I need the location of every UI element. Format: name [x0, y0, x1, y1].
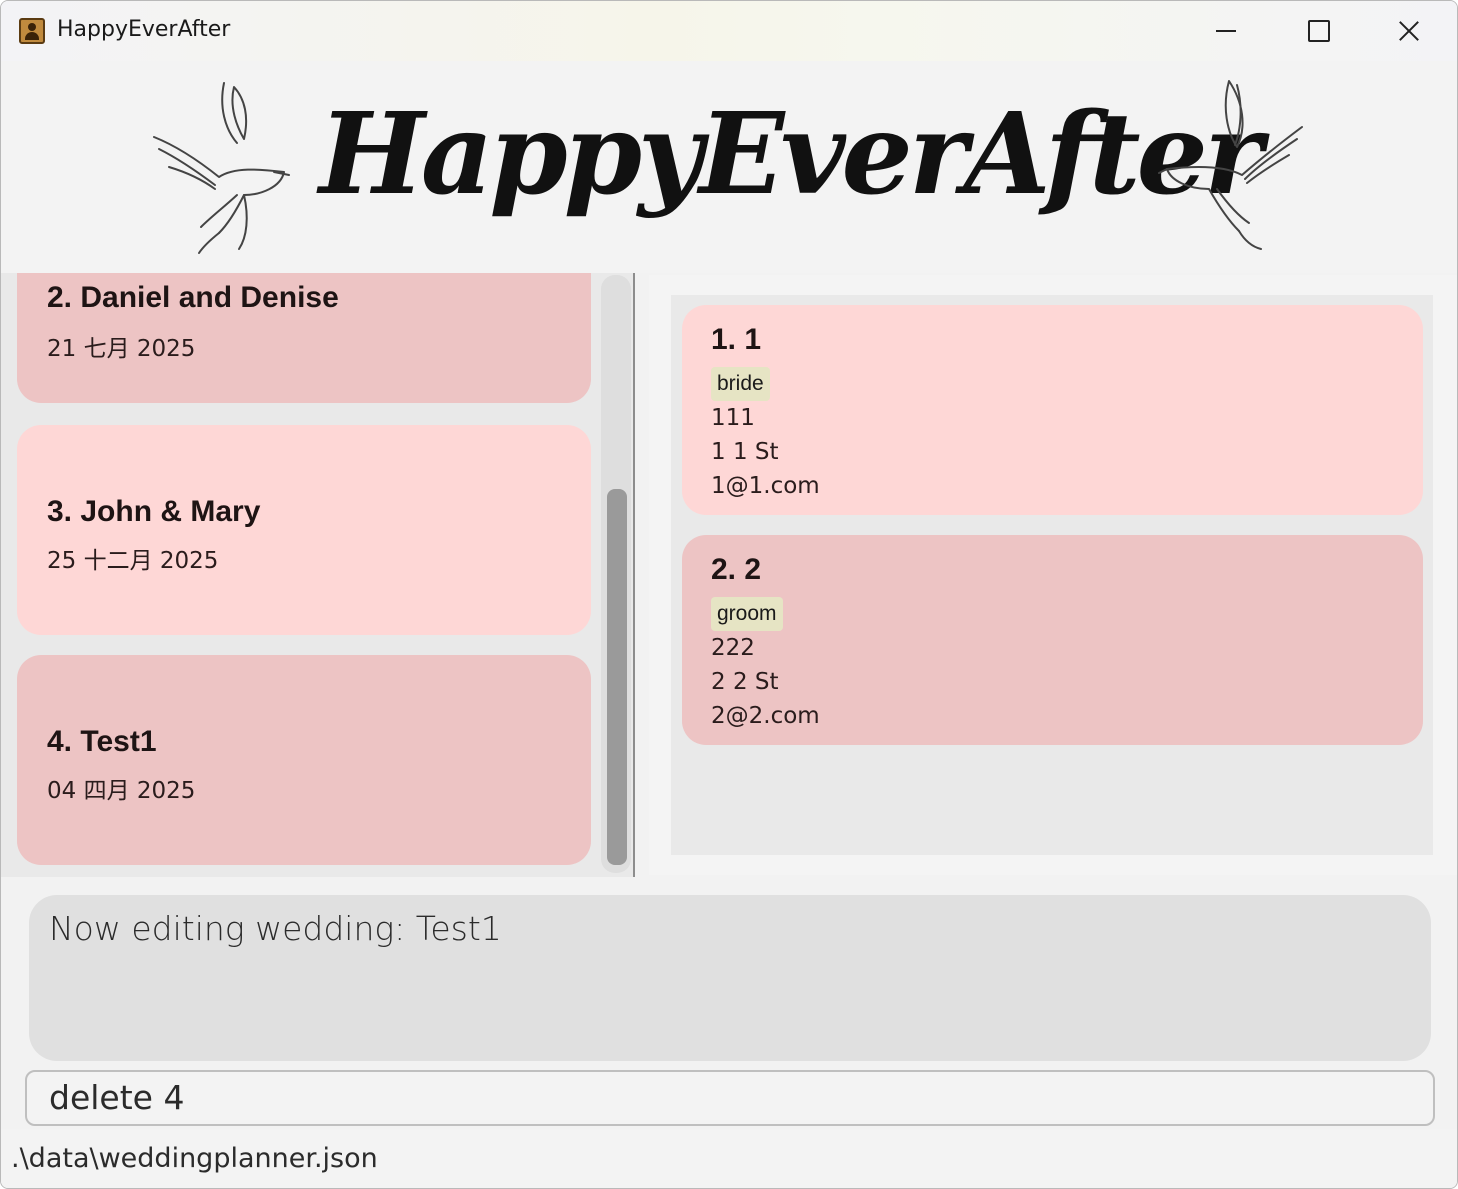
minimize-button[interactable] [1204, 11, 1248, 51]
person-tag: bride [711, 367, 770, 401]
person-card[interactable]: 2. 2 groom 222 2 2 St 2@2.com [682, 535, 1423, 745]
person-address: 1 1 St [711, 439, 779, 465]
wedding-name: 2. Daniel and Denise [47, 281, 339, 314]
banner: HappyEverAfter [1, 61, 1457, 273]
pane-divider[interactable] [633, 273, 635, 877]
address-book-icon [19, 18, 45, 44]
result-display[interactable]: Now editing wedding: Test1 [29, 895, 1431, 1061]
dove-icon [153, 82, 290, 254]
app-window: HappyEverAfter HappyEverAfter 2. Daniel … [0, 0, 1458, 1189]
wedding-name: 3. John & Mary [47, 495, 261, 528]
wedding-date: 21 七月 2025 [47, 336, 196, 362]
person-name: 1. 1 [711, 323, 762, 356]
title-bar[interactable]: HappyEverAfter [1, 1, 1457, 61]
window-title: HappyEverAfter [57, 17, 231, 42]
wedding-date: 04 四月 2025 [47, 778, 196, 804]
person-email: 2@2.com [711, 703, 820, 729]
result-text: Now editing wedding: Test1 [49, 909, 502, 948]
person-name: 2. 2 [711, 553, 762, 586]
person-phone: 111 [711, 405, 755, 431]
scrollbar-thumb[interactable] [607, 489, 627, 865]
person-phone: 222 [711, 635, 755, 661]
close-button[interactable] [1387, 11, 1431, 51]
person-email: 1@1.com [711, 473, 820, 499]
person-tag: groom [711, 597, 783, 631]
person-card[interactable]: 1. 1 bride 111 1 1 St 1@1.com [682, 305, 1423, 515]
banner-logo: HappyEverAfter [319, 89, 1263, 220]
maximize-button[interactable] [1295, 11, 1339, 51]
wedding-card[interactable]: 3. John & Mary 25 十二月 2025 [17, 425, 591, 635]
dove-icon [1158, 80, 1303, 250]
wedding-card[interactable]: 2. Daniel and Denise 21 七月 2025 [17, 273, 591, 403]
wedding-card[interactable]: 4. Test1 04 四月 2025 [17, 655, 591, 865]
save-file-path: .\data\weddingplanner.json [11, 1143, 378, 1174]
person-address: 2 2 St [711, 669, 779, 695]
command-input[interactable]: delete 4 [25, 1070, 1435, 1126]
status-bar: .\data\weddingplanner.json [1, 1129, 1457, 1188]
wedding-list[interactable]: 2. Daniel and Denise 21 七月 2025 3. John … [1, 273, 635, 877]
wedding-name: 4. Test1 [47, 725, 157, 758]
wedding-date: 25 十二月 2025 [47, 548, 219, 574]
